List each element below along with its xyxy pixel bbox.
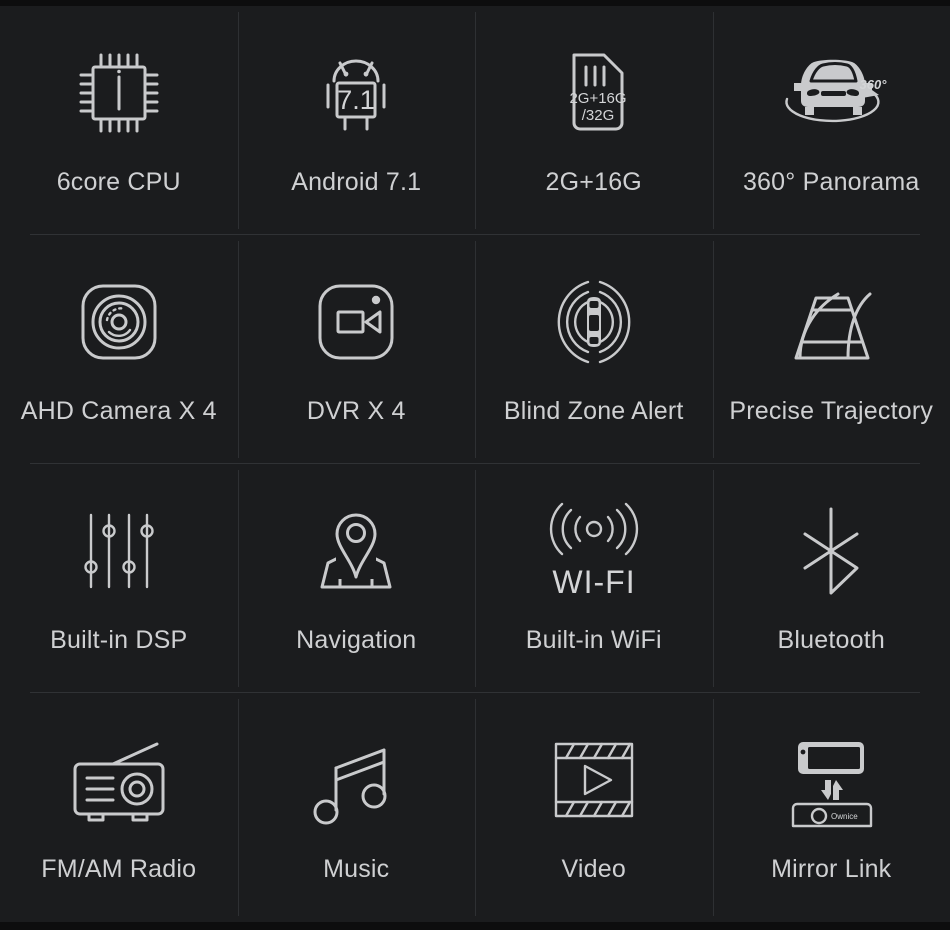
equalizer-sliders-icon	[44, 490, 194, 612]
feature-label: Mirror Link	[771, 855, 892, 883]
feature-cell-music[interactable]: Music	[237, 693, 476, 922]
memory-capacity-line2: /32G	[581, 107, 614, 124]
wifi-text: WI-FI	[552, 564, 635, 600]
feature-label: FM/AM Radio	[41, 855, 197, 883]
feature-label: Music	[323, 855, 390, 883]
feature-cell-dvr[interactable]: DVR X 4	[237, 235, 476, 464]
radio-icon	[44, 719, 194, 841]
feature-cell-radio[interactable]: FM/AM Radio	[0, 693, 238, 922]
feature-label: Video	[561, 855, 626, 883]
feature-grid-page: 6core CPU 7.1 Android 7.1 2G+16G /32G 2G…	[0, 0, 950, 930]
feature-label: DVR X 4	[306, 397, 406, 425]
feature-label: Precise Trajectory	[729, 397, 934, 425]
feature-label: 6core CPU	[56, 168, 181, 196]
feature-cell-panorama[interactable]: 360° 360° Panorama	[712, 6, 950, 235]
map-pin-icon	[281, 490, 431, 612]
feature-label: AHD Camera X 4	[20, 397, 217, 425]
memory-capacity-line1: 2G+16G	[569, 90, 626, 107]
feature-label: Bluetooth	[777, 626, 885, 654]
mirror-link-brand-text: Ownice	[831, 812, 858, 821]
feature-cell-wifi[interactable]: WI-FI Built-in WiFi	[475, 464, 713, 693]
bottom-edge-band	[0, 922, 950, 930]
film-play-icon	[519, 719, 669, 841]
feature-cell-blind-zone[interactable]: Blind Zone Alert	[475, 235, 713, 464]
feature-cell-android[interactable]: 7.1 Android 7.1	[237, 6, 476, 235]
wifi-signal-icon: WI-FI	[519, 490, 669, 612]
bluetooth-icon	[756, 490, 906, 612]
phone-to-screen-icon: Ownice	[756, 719, 906, 841]
feature-cell-trajectory[interactable]: Precise Trajectory	[712, 235, 950, 464]
feature-grid: 6core CPU 7.1 Android 7.1 2G+16G /32G 2G…	[0, 6, 950, 922]
car-360-icon: 360°	[756, 32, 906, 154]
feature-label: Navigation	[296, 626, 417, 654]
cpu-chip-icon	[44, 32, 194, 154]
android-version-text: 7.1	[337, 85, 375, 115]
feature-label: Built-in WiFi	[525, 626, 662, 654]
feature-cell-memory[interactable]: 2G+16G /32G 2G+16G	[475, 6, 713, 235]
feature-cell-navigation[interactable]: Navigation	[237, 464, 476, 693]
feature-label: Built-in DSP	[50, 626, 188, 654]
feature-label: 2G+16G	[545, 168, 642, 196]
feature-cell-cpu[interactable]: 6core CPU	[0, 6, 238, 235]
feature-cell-mirror-link[interactable]: Ownice Mirror Link	[712, 693, 950, 922]
feature-label: Blind Zone Alert	[503, 397, 684, 425]
feature-cell-bluetooth[interactable]: Bluetooth	[712, 464, 950, 693]
android-robot-icon: 7.1	[281, 32, 431, 154]
blind-zone-radar-icon	[519, 261, 669, 383]
feature-label: 360° Panorama	[742, 168, 920, 196]
panorama-degree-text: 360°	[860, 77, 888, 92]
feature-cell-video[interactable]: Video	[475, 693, 713, 922]
feature-label: Android 7.1	[291, 168, 422, 196]
feature-cell-dsp[interactable]: Built-in DSP	[0, 464, 238, 693]
video-camera-icon	[281, 261, 431, 383]
music-note-icon	[281, 719, 431, 841]
camera-lens-icon	[44, 261, 194, 383]
parking-guideline-icon	[756, 261, 906, 383]
feature-cell-ahd-camera[interactable]: AHD Camera X 4	[0, 235, 238, 464]
memory-card-icon: 2G+16G /32G	[519, 32, 669, 154]
